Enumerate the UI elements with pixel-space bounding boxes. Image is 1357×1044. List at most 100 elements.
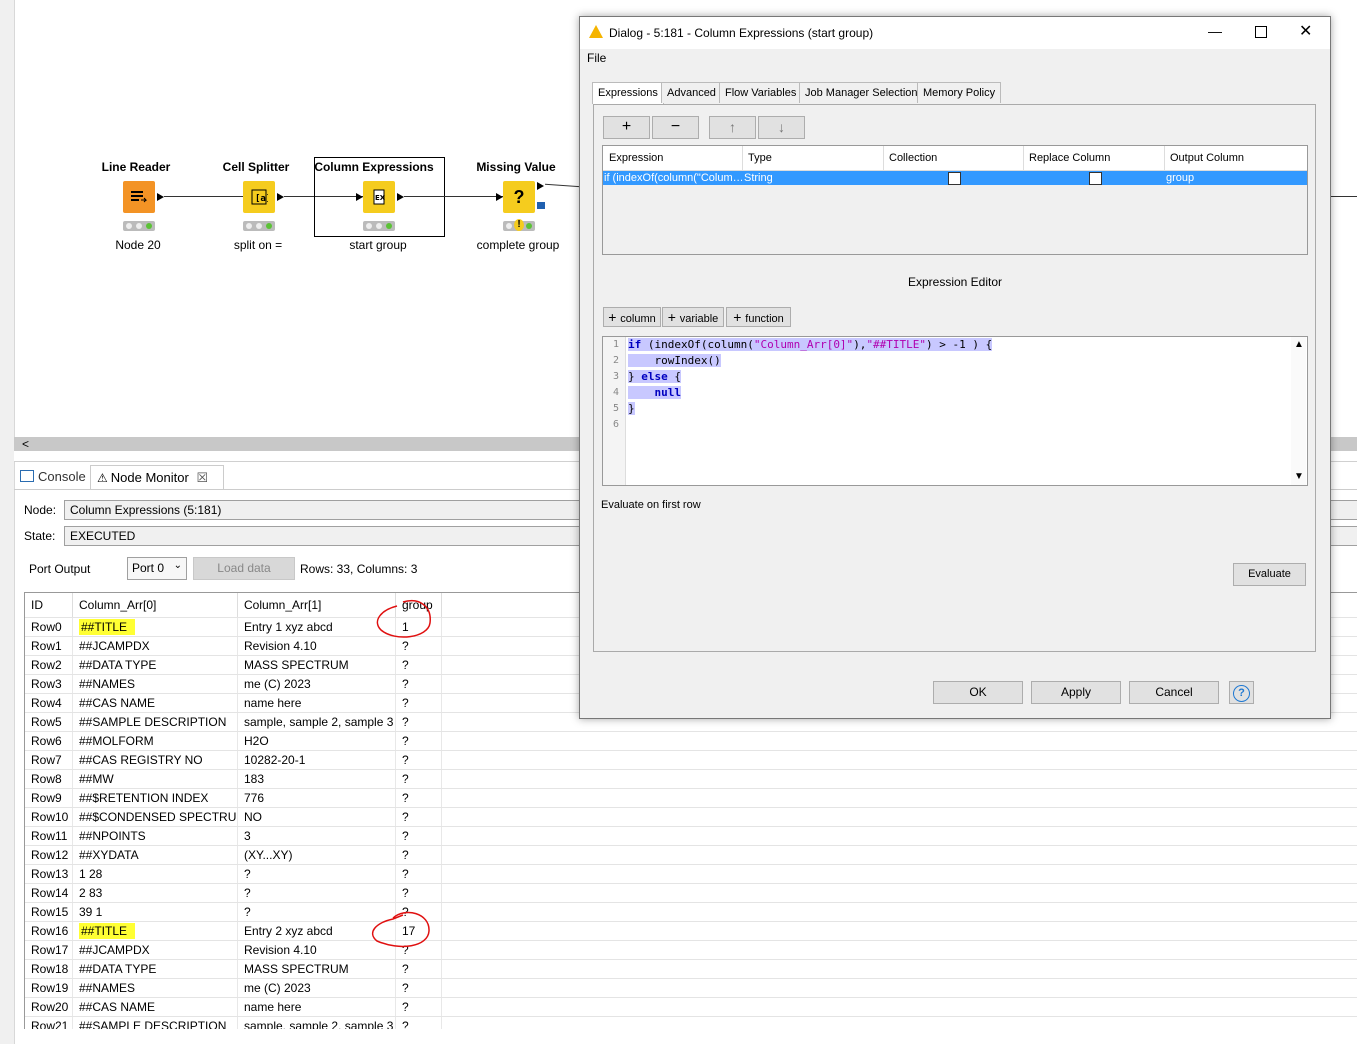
port-select-value: Port 0 (132, 561, 165, 575)
help-icon: ? (1233, 685, 1250, 702)
code-text: rowIndex() (628, 354, 721, 367)
annotation-circle (372, 911, 430, 948)
insert-variable-button[interactable]: + variable (662, 307, 724, 327)
annotation-overlay (372, 600, 431, 948)
port-output-label: Port Output (29, 562, 91, 576)
expression-table-header: Expression Type Collection Replace Colum… (603, 146, 1307, 171)
code-editor[interactable]: 1 2 3 4 5 6 if (indexOf(column("Column_A… (602, 336, 1308, 486)
line-number: 5 (613, 403, 620, 414)
connection (545, 183, 581, 188)
menu-file[interactable]: File (587, 51, 606, 65)
maximize-icon[interactable] (1255, 26, 1267, 38)
help-button[interactable]: ? (1229, 681, 1254, 704)
cancel-button[interactable]: Cancel (1129, 681, 1219, 704)
scroll-left-icon[interactable]: < (22, 437, 29, 451)
column-expressions-node-icon[interactable]: EX (363, 181, 395, 213)
code-line-3[interactable]: } else { (628, 370, 681, 383)
in-port-icon[interactable] (496, 193, 503, 201)
tab-node-monitor[interactable]: ⚠ Node Monitor ☒ (90, 465, 224, 490)
scroll-up-icon[interactable]: ▲ (1294, 339, 1304, 350)
collection-checkbox[interactable] (948, 172, 961, 185)
scroll-down-icon[interactable]: ▼ (1294, 471, 1304, 482)
apply-button[interactable]: Apply (1031, 681, 1121, 704)
left-strip (0, 0, 15, 1044)
add-expression-button[interactable]: + (603, 116, 650, 139)
out-port-icon[interactable] (157, 193, 164, 201)
move-up-button[interactable]: ↑ (709, 116, 756, 139)
chevron-down-icon: ⌄ (173, 560, 182, 571)
node-field-label: Node: (24, 503, 57, 517)
out-port-icon[interactable] (397, 193, 404, 201)
load-data-button[interactable]: Load data (193, 557, 295, 580)
out-port-icon[interactable] (537, 182, 544, 190)
insert-column-label: column (620, 313, 656, 325)
code-text: ), (853, 338, 867, 351)
svg-text:EX: EX (375, 194, 386, 202)
insert-column-button[interactable]: + column (603, 307, 661, 327)
expression-cell[interactable]: if (indexOf(column("Colum… (604, 171, 742, 185)
state-field-label: State: (24, 529, 56, 543)
output-column-cell[interactable]: group (1166, 171, 1194, 185)
line-gutter: 1 2 3 4 5 6 (603, 337, 626, 485)
connection (1329, 196, 1357, 197)
node-label-line-reader[interactable]: Node 20 (68, 238, 208, 252)
header-collection: Collection (889, 152, 938, 164)
line-reader-node-icon[interactable] (123, 181, 155, 213)
column-expressions-dialog: Dialog - 5:181 - Column Expressions (sta… (579, 16, 1331, 719)
code-text: } (628, 402, 635, 415)
out-port-icon[interactable] (277, 193, 284, 201)
panel-tabs: Console ⚠ Node Monitor ☒ (14, 465, 594, 490)
header-output-column: Output Column (1170, 152, 1244, 164)
cell-splitter-node-icon[interactable]: [a] (243, 181, 275, 213)
move-down-button[interactable]: ↓ (758, 116, 805, 139)
line-number: 3 (613, 371, 620, 382)
svg-text:[a]: [a] (255, 194, 268, 204)
warning-icon[interactable]: ! (514, 219, 524, 231)
plus-icon: + (733, 309, 746, 325)
code-line-5[interactable]: } (628, 402, 635, 415)
minimize-icon[interactable]: — (1208, 23, 1222, 39)
tab-job-manager-selection[interactable]: Job Manager Selection (799, 82, 924, 103)
tab-flow-variables[interactable]: Flow Variables (719, 82, 803, 103)
remove-expression-button[interactable]: − (652, 116, 699, 139)
model-port-icon[interactable] (537, 202, 545, 209)
connection (404, 196, 503, 197)
node-label-column-expressions[interactable]: start group (308, 238, 448, 252)
replace-column-checkbox[interactable] (1089, 172, 1102, 185)
code-line-4[interactable]: null (628, 386, 681, 399)
ok-button[interactable]: OK (933, 681, 1023, 704)
code-line-1[interactable]: if (indexOf(column("Column_Arr[0]"),"##T… (628, 338, 993, 351)
code-line-2[interactable]: rowIndex() (628, 354, 721, 367)
line-number: 1 (613, 339, 620, 350)
string-literal: "Column_Arr[0]" (753, 338, 854, 351)
missing-value-node-icon[interactable]: ? (503, 181, 535, 213)
insert-function-button[interactable]: + function (726, 307, 791, 327)
rows-columns-count: Rows: 33, Columns: 3 (300, 562, 418, 576)
evaluate-button[interactable]: Evaluate (1233, 563, 1306, 586)
port-select[interactable]: Port 0 ⌄ (127, 557, 187, 580)
header-expression: Expression (609, 152, 664, 164)
node-label-cell-splitter[interactable]: split on = (188, 238, 328, 252)
keyword: else (641, 370, 668, 383)
type-cell[interactable]: String (744, 171, 773, 185)
code-text: } (628, 370, 642, 383)
editor-scrollbar[interactable]: ▲ ▼ (1291, 337, 1306, 485)
tab-memory-policy[interactable]: Memory Policy (917, 82, 1002, 103)
close-icon[interactable]: ✕ (1299, 21, 1312, 41)
tab-advanced[interactable]: Advanced (661, 82, 722, 103)
console-icon (20, 470, 34, 482)
code-text: { (667, 370, 681, 383)
dialog-title-bar[interactable]: Dialog - 5:181 - Column Expressions (sta… (580, 17, 1330, 49)
node-title-column-expressions: Column Expressions (314, 160, 434, 174)
close-tab-icon[interactable]: ☒ (196, 470, 208, 485)
expression-table[interactable]: Expression Type Collection Replace Colum… (602, 145, 1308, 255)
tab-console[interactable]: Console (14, 465, 98, 489)
node-monitor-icon: ⚠ (97, 471, 108, 485)
expression-row[interactable]: if (indexOf(column("Colum… String group (603, 171, 1307, 185)
line-number: 2 (613, 355, 620, 366)
node-label-missing-value[interactable]: complete group (448, 238, 588, 252)
node-status-icon (243, 221, 275, 231)
line-number: 6 (613, 419, 620, 430)
tab-expressions[interactable]: Expressions (592, 82, 664, 104)
in-port-icon[interactable] (356, 193, 363, 201)
